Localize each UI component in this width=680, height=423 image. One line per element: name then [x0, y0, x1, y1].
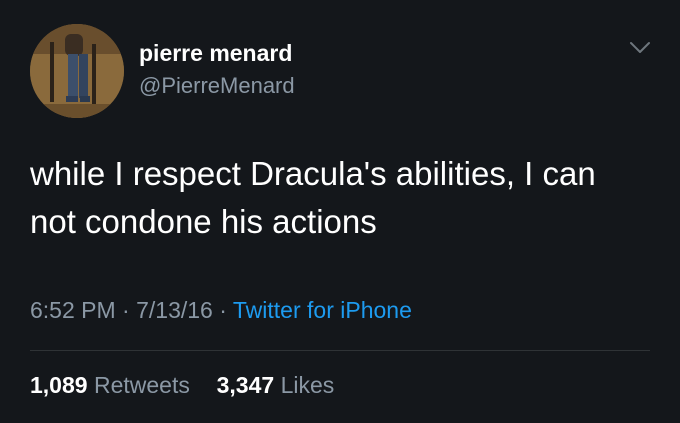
meta-separator: · [115, 297, 137, 323]
tweet-time[interactable]: 6:52 PM [30, 297, 116, 323]
likes-stat[interactable]: 3,347 Likes [210, 372, 335, 398]
likes-label: Likes [280, 372, 335, 398]
tweet-source-link[interactable]: Twitter for iPhone [233, 297, 412, 323]
avatar-image [30, 24, 124, 118]
retweets-label: Retweets [93, 372, 190, 398]
user-handle[interactable]: @PierreMenard [139, 73, 295, 99]
tweet-text: while I respect Dracula's abilities, I c… [30, 155, 596, 240]
tweet-card: pierre menard @PierreMenard while I resp… [0, 0, 680, 423]
chevron-down-icon[interactable] [628, 40, 652, 56]
tweet-meta: 6:52 PM · 7/13/16 · Twitter for iPhone [30, 297, 412, 324]
display-name[interactable]: pierre menard [139, 40, 292, 67]
retweets-stat[interactable]: 1,089 Retweets [30, 372, 196, 398]
meta-separator: · [212, 297, 233, 323]
avatar[interactable] [30, 24, 124, 118]
tweet-stats: 1,089 Retweets 3,347 Likes [30, 372, 334, 399]
likes-count: 3,347 [216, 372, 275, 398]
tweet-date[interactable]: 7/13/16 [136, 297, 213, 323]
retweets-count: 1,089 [30, 372, 88, 398]
divider [30, 350, 650, 351]
